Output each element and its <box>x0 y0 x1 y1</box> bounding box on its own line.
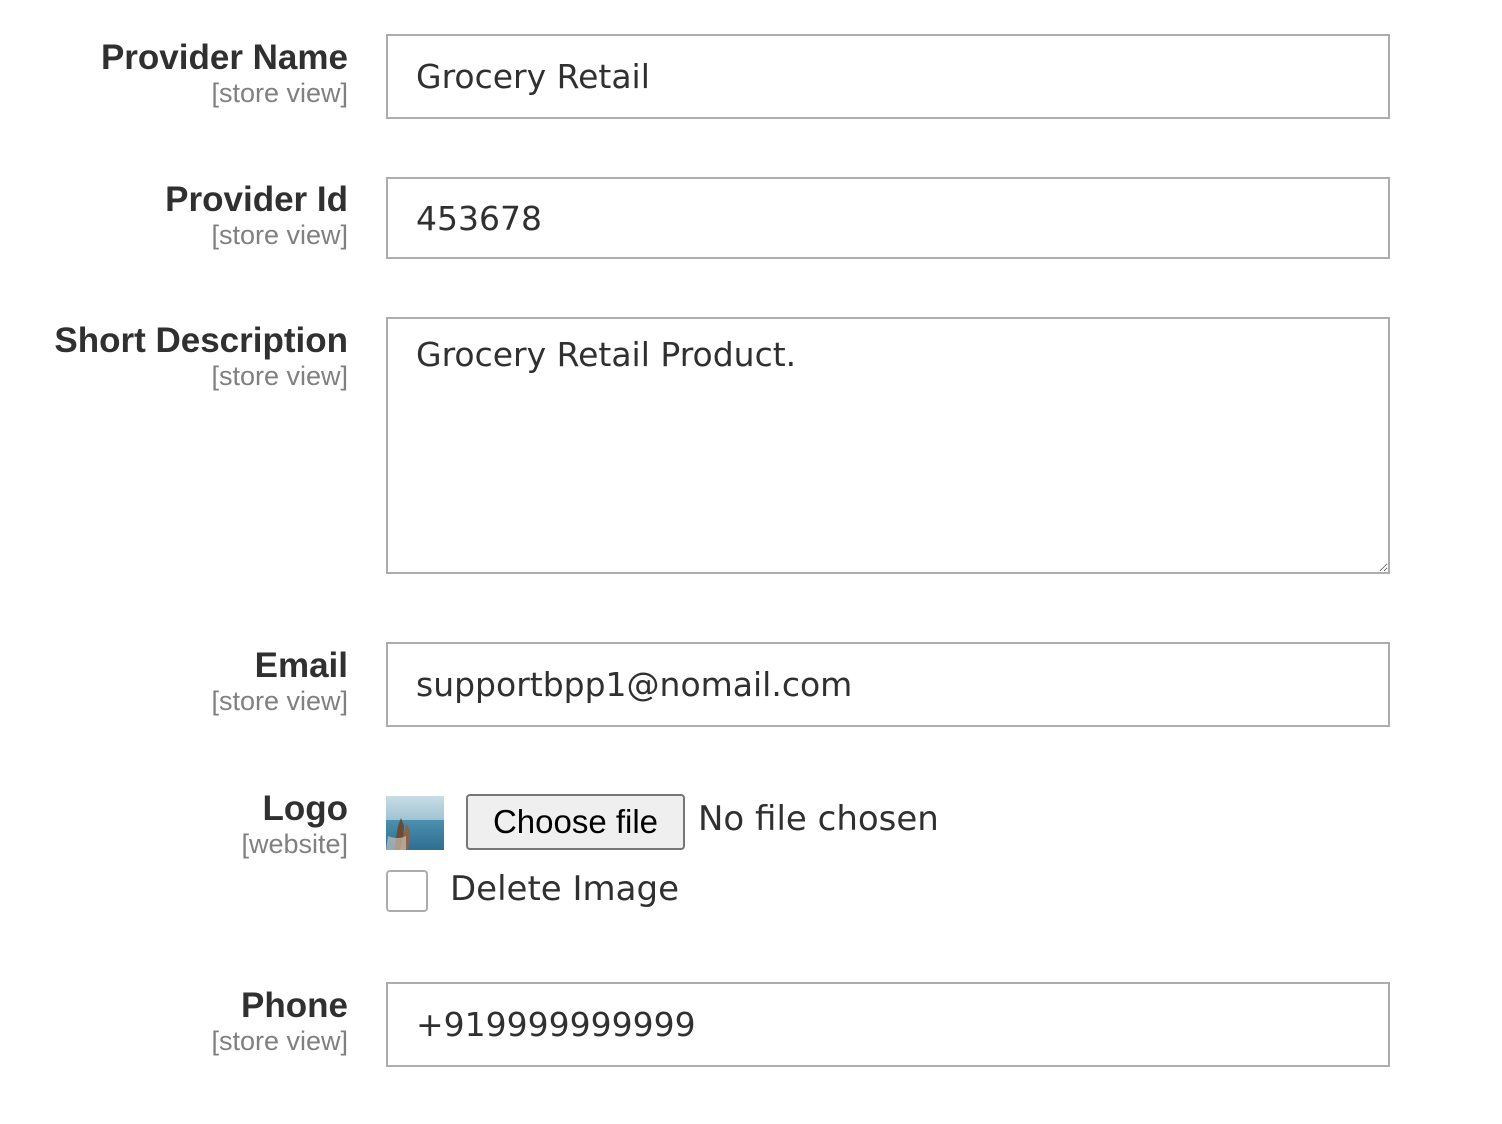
provider-id-scope: [store view] <box>211 220 348 250</box>
image-thumbnail-icon[interactable] <box>386 796 444 850</box>
phone-label: Phone <box>241 986 348 1025</box>
delete-image-checkbox[interactable] <box>386 870 428 912</box>
provider-id-label: Provider Id <box>165 180 348 219</box>
logo-scope: [website] <box>241 829 348 859</box>
email-label: Email <box>254 646 348 685</box>
provider-id-label-group: Provider Id [store view] <box>165 179 348 251</box>
file-status-text: No file chosen <box>698 799 939 839</box>
short-description-label: Short Description <box>54 321 348 360</box>
email-label-group: Email [store view] <box>211 645 348 717</box>
provider-config-form: Provider Name [store view] Provider Id [… <box>0 0 1502 1124</box>
email-scope: [store view] <box>211 686 348 716</box>
short-description-scope: [store view] <box>211 361 348 391</box>
phone-label-group: Phone [store view] <box>211 985 348 1057</box>
provider-name-label-group: Provider Name [store view] <box>101 37 348 109</box>
short-description-textarea[interactable]: Grocery Retail Product. <box>386 317 1390 574</box>
short-description-label-group: Short Description [store view] <box>54 320 348 392</box>
logo-label-group: Logo [website] <box>241 788 348 860</box>
email-input[interactable] <box>386 642 1390 727</box>
provider-name-input[interactable] <box>386 34 1390 119</box>
phone-scope: [store view] <box>211 1026 348 1056</box>
provider-name-scope: [store view] <box>211 78 348 108</box>
delete-image-label[interactable]: Delete Image <box>450 865 679 913</box>
phone-input[interactable] <box>386 982 1390 1067</box>
logo-label: Logo <box>262 789 348 828</box>
choose-file-button[interactable]: Choose file <box>466 794 685 850</box>
provider-id-input[interactable] <box>386 177 1390 259</box>
provider-name-label: Provider Name <box>100 38 348 77</box>
